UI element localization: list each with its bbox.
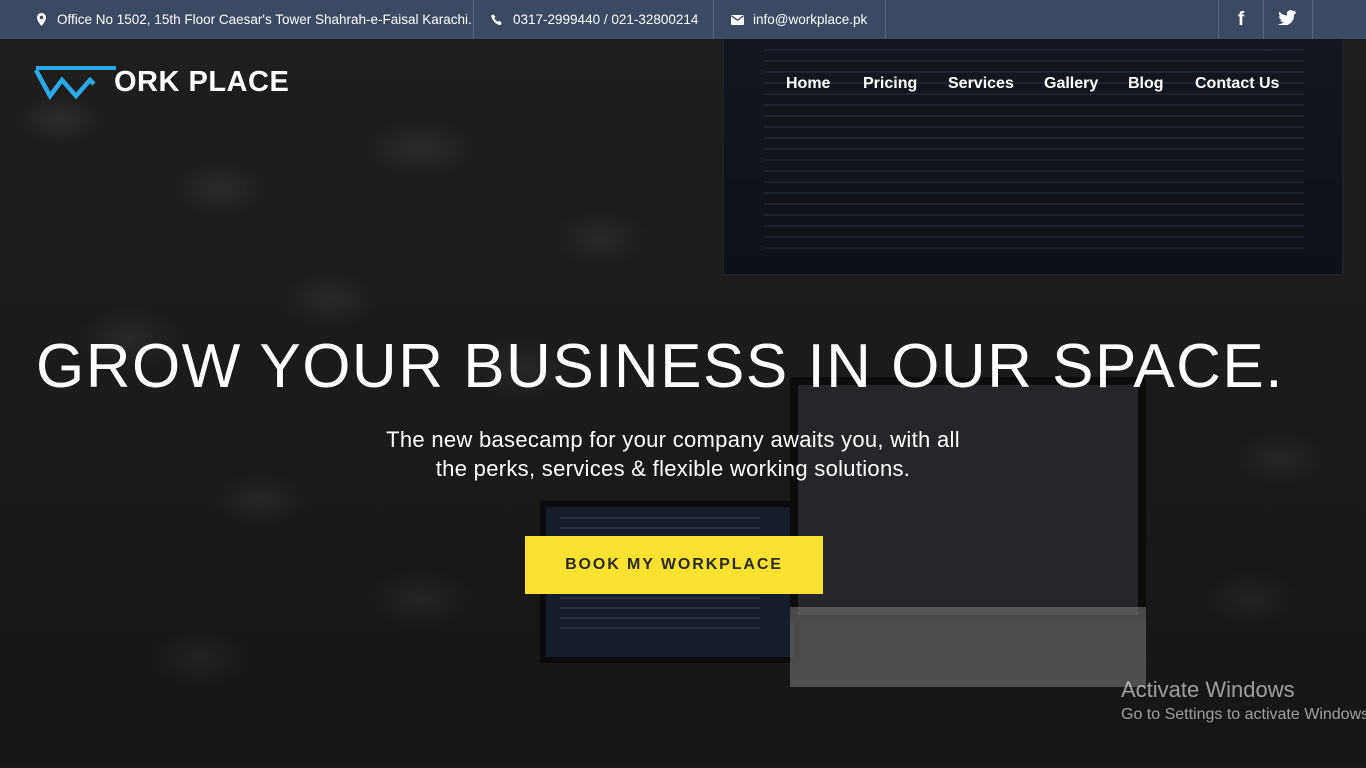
activate-windows-title: Activate Windows (1121, 677, 1295, 702)
book-my-workplace-button[interactable]: BOOK MY WORKPLACE (525, 536, 823, 594)
envelope-icon (730, 14, 744, 25)
hero-headline: GROW YOUR BUSINESS IN OUR SPACE. (35, 332, 1284, 401)
phone-item[interactable]: 0317-2999440 / 021-32800214 (490, 0, 698, 39)
divider (713, 0, 714, 39)
nav-blog[interactable]: Blog (1128, 75, 1164, 93)
twitter-link[interactable] (1264, 0, 1310, 39)
map-marker-icon (34, 13, 48, 26)
phone-text: 0317-2999440 / 021-32800214 (513, 12, 699, 27)
divider (885, 0, 886, 39)
twitter-icon (1278, 9, 1296, 31)
phone-icon (490, 14, 504, 26)
facebook-link[interactable]: f (1218, 0, 1264, 39)
nav-pricing[interactable]: Pricing (863, 75, 917, 93)
logo-w-icon (34, 66, 116, 100)
hero-subtext-line-1: The new basecamp for your company awaits… (386, 427, 960, 452)
nav-gallery[interactable]: Gallery (1044, 75, 1098, 93)
divider (473, 0, 474, 39)
site-logo[interactable]: ORK PLACE (34, 62, 289, 102)
divider (1312, 0, 1313, 39)
email-item[interactable]: info@workplace.pk (730, 0, 867, 39)
activate-windows-subtitle: Go to Settings to activate Windows. (1121, 706, 1366, 723)
address-text: Office No 1502, 15th Floor Caesar's Towe… (57, 12, 472, 27)
email-text: info@workplace.pk (753, 12, 868, 27)
hero-subtext: The new basecamp for your company awaits… (340, 425, 1006, 483)
address-item: Office No 1502, 15th Floor Caesar's Towe… (34, 0, 472, 39)
nav-contact-us[interactable]: Contact Us (1195, 75, 1279, 93)
nav-services[interactable]: Services (948, 75, 1014, 93)
facebook-icon: f (1237, 8, 1245, 30)
hero-subtext-line-2: the perks, services & flexible working s… (435, 456, 911, 481)
top-contact-bar: Office No 1502, 15th Floor Caesar's Towe… (0, 0, 1366, 39)
nav-home[interactable]: Home (786, 75, 830, 93)
logo-text: ORK PLACE (114, 65, 290, 98)
